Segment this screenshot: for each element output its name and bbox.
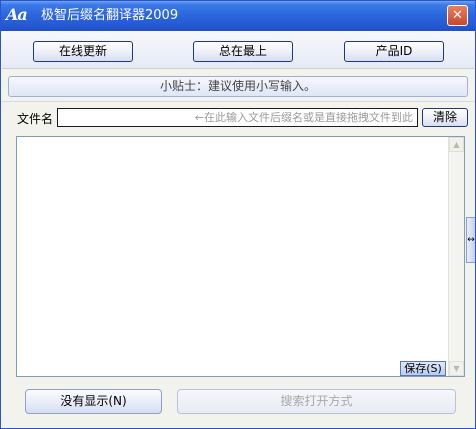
result-panel: ▲ ▼ 保存(S) (16, 136, 465, 377)
vertical-scrollbar[interactable]: ▲ ▼ (448, 137, 464, 376)
chevron-down-icon: ▼ (453, 364, 460, 373)
scroll-down-button[interactable]: ▼ (449, 361, 464, 376)
filename-label: 文件名 (17, 112, 54, 126)
divider (2, 101, 474, 102)
no-show-button[interactable]: 没有显示(N) (25, 389, 162, 414)
tip-bar: 小贴士：建议使用小写输入。 (8, 76, 468, 97)
panel-expand-handle[interactable]: ↔ (466, 217, 475, 263)
search-open-method-button[interactable]: 搜索打开方式 (177, 389, 456, 414)
result-textarea[interactable] (17, 137, 448, 376)
close-button[interactable]: ✕ (447, 5, 468, 26)
always-on-top-button[interactable]: 总在最上 (193, 41, 293, 62)
filename-input[interactable] (57, 108, 418, 127)
scroll-up-button[interactable]: ▲ (449, 137, 464, 152)
app-logo-icon: Aa (6, 5, 28, 24)
window-title: 极智后缀名翻译器2009 (41, 8, 179, 23)
expand-arrows-icon: ↔ (467, 235, 475, 245)
top-toolbar: 在线更新 总在最上 产品ID (2, 31, 474, 69)
clear-button[interactable]: 清除 (422, 108, 468, 127)
chevron-up-icon: ▲ (453, 140, 460, 149)
online-update-button[interactable]: 在线更新 (33, 41, 133, 62)
product-id-button[interactable]: 产品ID (344, 41, 444, 62)
title-bar[interactable]: Aa 极智后缀名翻译器2009 ✕ (1, 1, 475, 31)
close-icon: ✕ (452, 8, 463, 23)
save-button[interactable]: 保存(S) (400, 361, 446, 376)
main-window: Aa 极智后缀名翻译器2009 ✕ 在线更新 总在最上 产品ID 小贴士：建议使… (0, 0, 476, 429)
